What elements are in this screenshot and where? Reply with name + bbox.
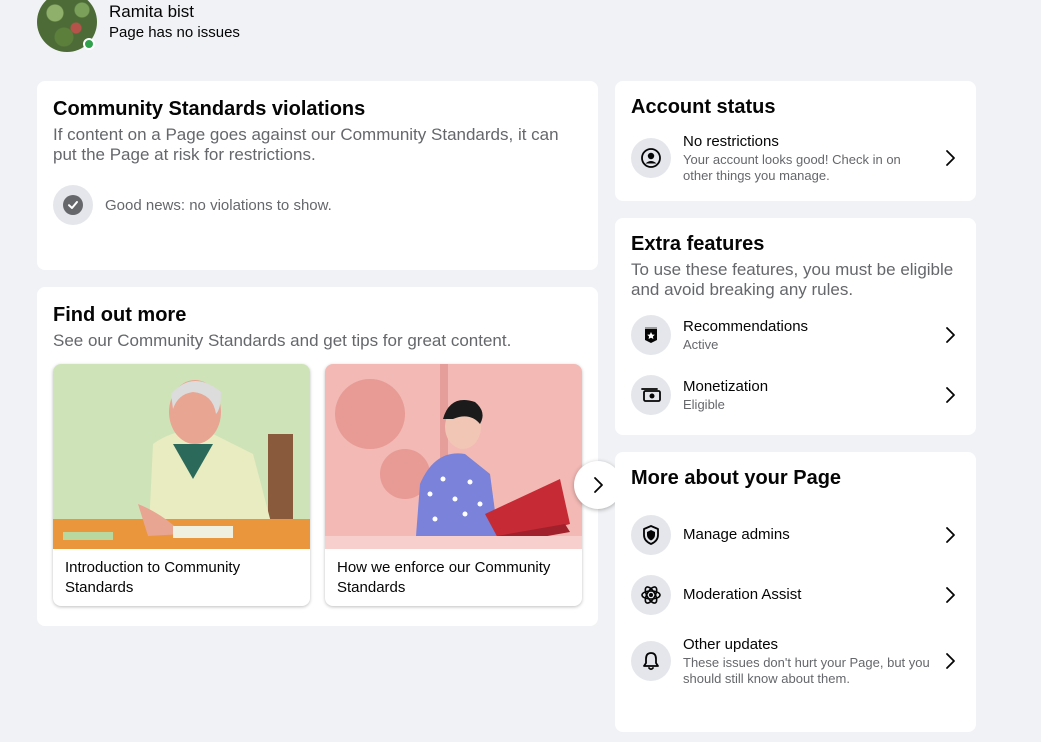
online-status-dot bbox=[83, 38, 95, 50]
row-title: Moderation Assist bbox=[683, 586, 802, 603]
row-subtitle: These issues don't hurt your Page, but y… bbox=[683, 655, 930, 686]
chevron-right-icon bbox=[940, 585, 960, 605]
profile-text: Ramita bist Page has no issues bbox=[109, 1, 240, 43]
shield-icon bbox=[631, 515, 671, 555]
man-at-desk-illustration bbox=[53, 364, 310, 549]
row-subtitle: Active bbox=[683, 337, 719, 352]
manage-admins-row[interactable]: Manage admins bbox=[631, 515, 960, 555]
extra-features-description: To use these features, you must be eligi… bbox=[631, 260, 954, 299]
other-updates-row[interactable]: Other updates These issues don't hurt yo… bbox=[631, 635, 960, 687]
no-violations-text: Good news: no violations to show. bbox=[105, 196, 332, 214]
chevron-right-icon bbox=[940, 651, 960, 671]
row-subtitle: Eligible bbox=[683, 397, 725, 412]
no-restrictions-row[interactable]: No restrictions Your account looks good!… bbox=[631, 132, 960, 184]
row-subtitle: Your account looks good! Check in on oth… bbox=[683, 152, 901, 183]
find-out-more-title: Find out more bbox=[53, 304, 187, 326]
row-title: Other updates bbox=[683, 636, 779, 653]
money-icon bbox=[631, 375, 671, 415]
chevron-right-icon bbox=[594, 477, 603, 493]
no-restrictions-text: No restrictions Your account looks good!… bbox=[683, 132, 932, 184]
monetization-text: Monetization Eligible bbox=[683, 377, 932, 413]
article-tile-label: Introduction to Community Standards bbox=[65, 559, 241, 596]
article-tile-label: How we enforce our Community Standards bbox=[337, 559, 551, 596]
recommendations-row[interactable]: Recommendations Active bbox=[631, 315, 960, 355]
find-out-more-card: Find out more See our Community Standard… bbox=[37, 287, 622, 626]
manage-admins-text: Manage admins bbox=[683, 525, 932, 545]
account-status-title: Account status bbox=[631, 96, 776, 118]
article-tile-intro[interactable]: Introduction to Community Standards bbox=[53, 364, 310, 606]
woman-at-laptop-illustration bbox=[325, 364, 582, 549]
chevron-right-icon bbox=[940, 148, 960, 168]
row-title: Manage admins bbox=[683, 526, 790, 543]
violations-card: Community Standards violations If conten… bbox=[37, 81, 598, 270]
more-about-page-card: More about your Page Manage admins Moder… bbox=[615, 452, 976, 732]
extra-features-card: Extra features To use these features, yo… bbox=[615, 218, 976, 435]
more-about-title: More about your Page bbox=[631, 467, 842, 489]
article-carousel: Introduction to Community Standards How … bbox=[53, 364, 622, 606]
violations-description: If content on a Page goes against our Co… bbox=[53, 125, 559, 164]
moderation-assist-row[interactable]: Moderation Assist bbox=[631, 575, 960, 615]
chevron-right-icon bbox=[940, 385, 960, 405]
recommendations-text: Recommendations Active bbox=[683, 317, 932, 353]
profile-name[interactable]: Ramita bist bbox=[109, 1, 240, 23]
account-status-card: Account status No restrictions Your acco… bbox=[615, 81, 976, 201]
no-violations-row: Good news: no violations to show. bbox=[53, 185, 582, 225]
other-updates-text: Other updates These issues don't hurt yo… bbox=[683, 635, 932, 687]
moderation-assist-text: Moderation Assist bbox=[683, 585, 932, 605]
violations-title: Community Standards violations bbox=[53, 98, 366, 120]
check-circle-icon bbox=[53, 185, 93, 225]
row-title: No restrictions bbox=[683, 133, 779, 150]
find-out-more-description: See our Community Standards and get tips… bbox=[53, 331, 512, 350]
gear-icon bbox=[631, 575, 671, 615]
avatar[interactable] bbox=[37, 0, 97, 52]
monetization-row[interactable]: Monetization Eligible bbox=[631, 375, 960, 415]
extra-features-title: Extra features bbox=[631, 233, 765, 255]
article-tile-enforce[interactable]: How we enforce our Community Standards bbox=[325, 364, 582, 606]
row-title: Monetization bbox=[683, 378, 769, 395]
chevron-right-icon bbox=[940, 525, 960, 545]
bell-icon bbox=[631, 641, 671, 681]
recommendation-badge-icon bbox=[631, 315, 671, 355]
profile-status: Page has no issues bbox=[109, 24, 240, 41]
user-circle-icon bbox=[631, 138, 671, 178]
chevron-right-icon bbox=[940, 325, 960, 345]
row-title: Recommendations bbox=[683, 318, 809, 335]
profile-header[interactable]: Ramita bist Page has no issues bbox=[37, 0, 240, 52]
